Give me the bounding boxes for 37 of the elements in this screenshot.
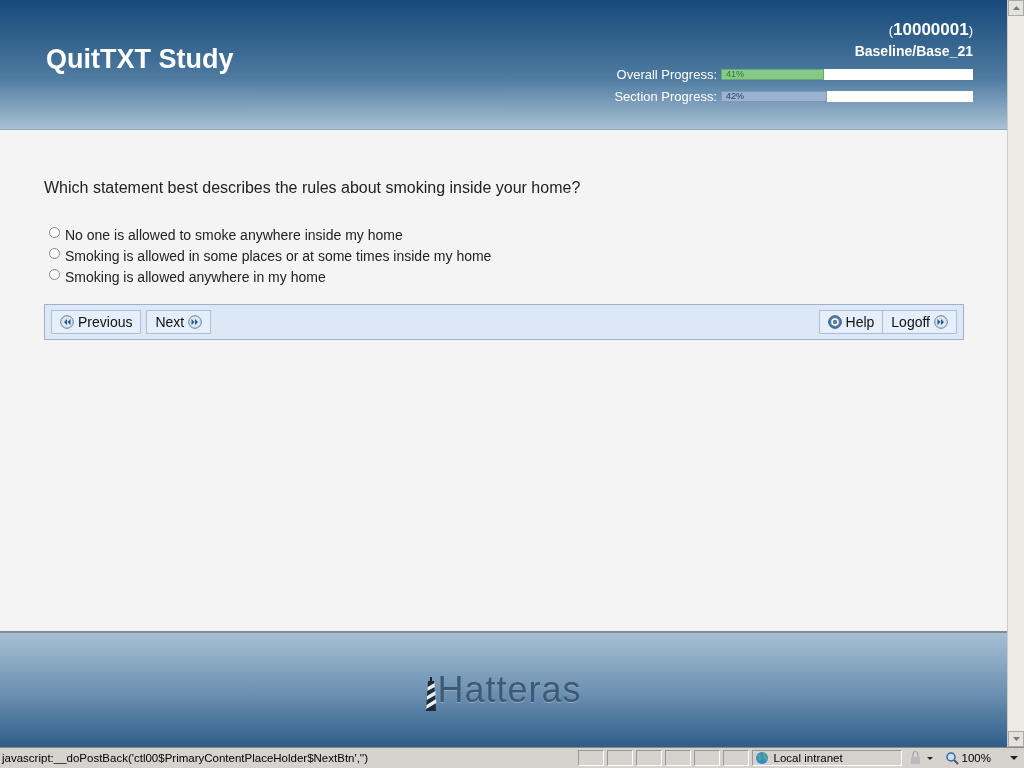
study-title: QuitTXT Study: [46, 44, 234, 76]
nav-button[interactable]: Next: [146, 310, 212, 334]
scrollbar[interactable]: [1007, 0, 1024, 747]
rewind-icon: [60, 315, 74, 329]
status-pane: [635, 750, 662, 766]
progress-percent: 42%: [726, 91, 744, 102]
nav-button[interactable]: Logoff: [882, 310, 957, 334]
status-message: javascript:__doPostBack('ctl00$PrimaryContentPlaceHolder$NextBtn',''): [0, 752, 370, 764]
status-pane: [606, 750, 633, 766]
lighthouse-icon: [425, 677, 438, 711]
radio-button[interactable]: [49, 269, 60, 280]
fast-forward-icon: [188, 315, 203, 329]
zoom-control[interactable]: 100%: [939, 751, 1024, 765]
radio-button[interactable]: [49, 227, 60, 238]
progress-label: Section Progress:: [614, 89, 717, 104]
fast-forward-icon: [934, 315, 948, 329]
security-zone: Local intranet: [773, 752, 843, 764]
status-pane: [722, 750, 749, 766]
option-label[interactable]: No one is allowed to smoke anywhere inside my home: [65, 226, 403, 243]
radio-button[interactable]: [49, 248, 60, 259]
logo: Hatteras: [425, 669, 582, 711]
survey-item-label: Baseline/Base_21: [854, 43, 973, 59]
progress-label: Overall Progress:: [615, 67, 717, 82]
magnifier-icon: [945, 751, 959, 765]
status-pane: [664, 750, 691, 766]
status-pane: [577, 750, 604, 766]
nav-button[interactable]: Previous: [51, 310, 142, 334]
question-text: Which statement best describes the rules about smoking inside your home?: [44, 179, 582, 197]
help-icon: [827, 315, 842, 329]
participant-id: (10000001): [888, 20, 973, 40]
progress-percent: 41%: [726, 69, 744, 80]
nav-button[interactable]: Help: [818, 310, 884, 334]
globe-icon: [754, 751, 770, 765]
caret-icon: [1010, 756, 1018, 760]
option-label[interactable]: Smoking is allowed anywhere in my home: [65, 268, 326, 285]
option-label[interactable]: Smoking is allowed in some places or at some times inside my home: [65, 247, 492, 264]
status-pane: [693, 750, 720, 766]
